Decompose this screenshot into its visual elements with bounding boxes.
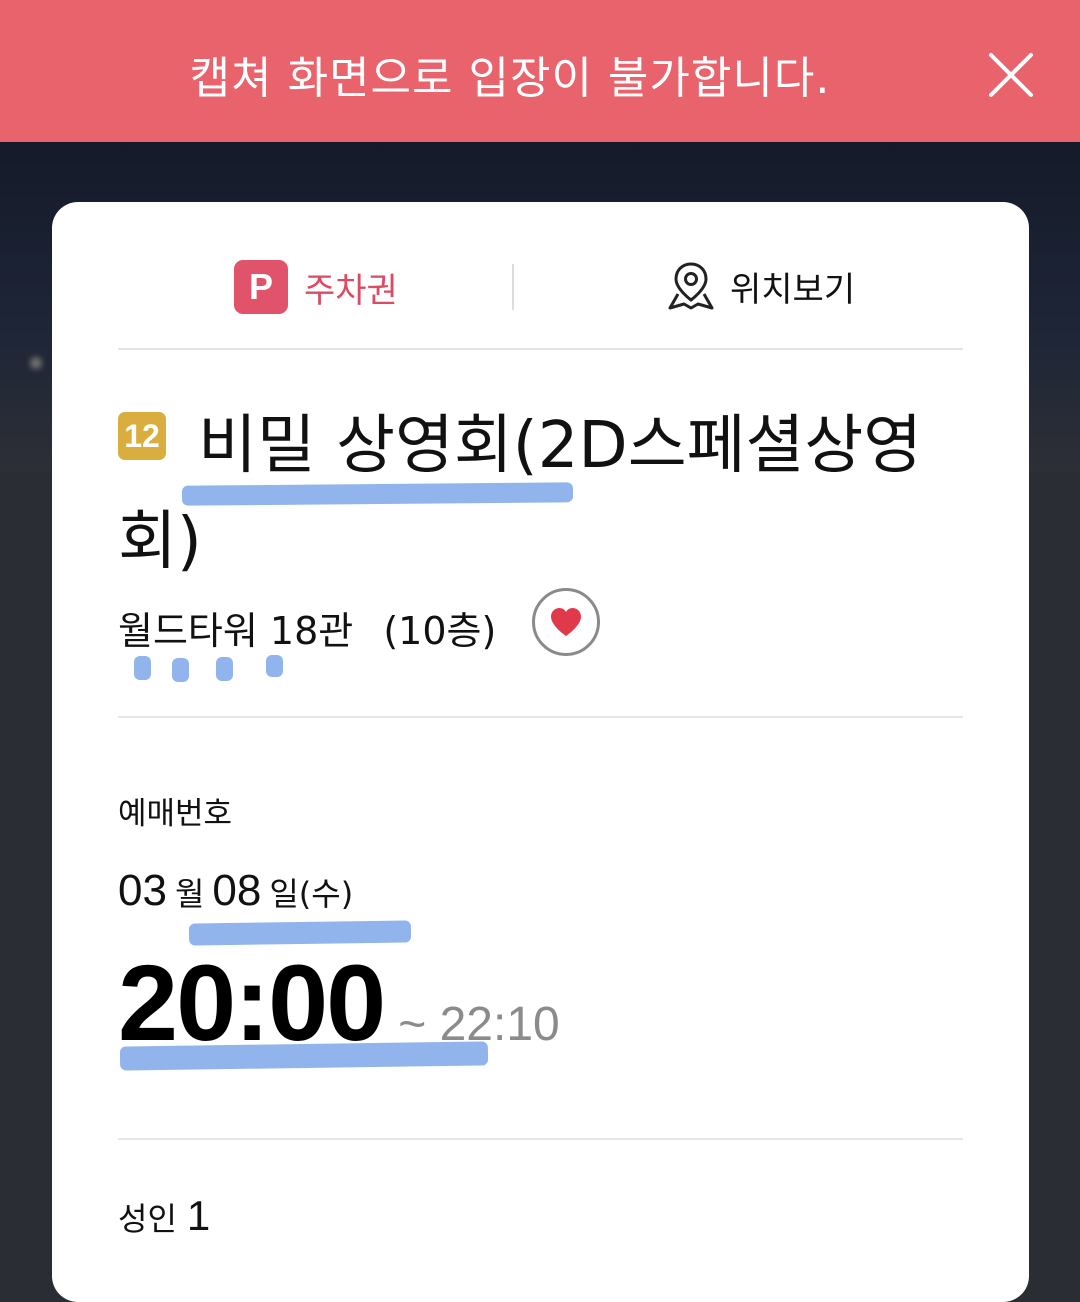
section-divider [118,1138,963,1140]
show-day: 08 [212,866,262,915]
booking-number-label: 예매번호 [118,796,233,832]
show-month: 03 [118,866,167,915]
parking-ticket-label: 주차권 [304,270,398,311]
parking-ticket-button[interactable]: P 주차권 [234,260,398,314]
section-divider [118,716,963,718]
highlight-mark [216,657,233,681]
close-icon[interactable] [988,52,1034,98]
audience-type: 성인 [118,1200,177,1238]
day-unit: 일(수) [269,875,354,913]
favorite-button[interactable] [532,588,600,656]
theater-info: 월드타워 18관 (10층) [118,600,496,655]
map-pin-icon [668,262,714,310]
highlight-mark [181,482,574,506]
audience-count: 1 [186,1192,211,1239]
heart-icon [551,608,581,636]
audience-info: 성인 1 [118,1192,210,1240]
view-location-button[interactable]: 위치보기 [666,260,855,312]
highlight-mark [172,658,189,682]
ticket-actions-row: P 주차권 위치보기 [118,202,963,350]
actions-divider [512,264,514,310]
theater-floor: (10층) [383,609,497,653]
ticket-card: P 주차권 위치보기 12 비밀 상영회(2D스페셜상영회) 월드타워 18관 … [52,202,1029,1302]
bokeh-light [30,357,42,369]
view-location-label: 위치보기 [730,269,856,310]
show-date: 03 월 08 일(수) [118,866,361,916]
parking-icon: P [234,260,288,314]
highlight-mark [266,655,283,677]
capture-warning-banner: 캡쳐 화면으로 입장이 불가합니다. [0,0,1080,142]
highlight-mark [134,656,151,680]
theater-name: 월드타워 18관 [118,609,354,653]
highlight-mark [119,1041,489,1071]
month-unit: 월 [174,875,205,913]
banner-message: 캡쳐 화면으로 입장이 불가합니다. [189,53,831,104]
